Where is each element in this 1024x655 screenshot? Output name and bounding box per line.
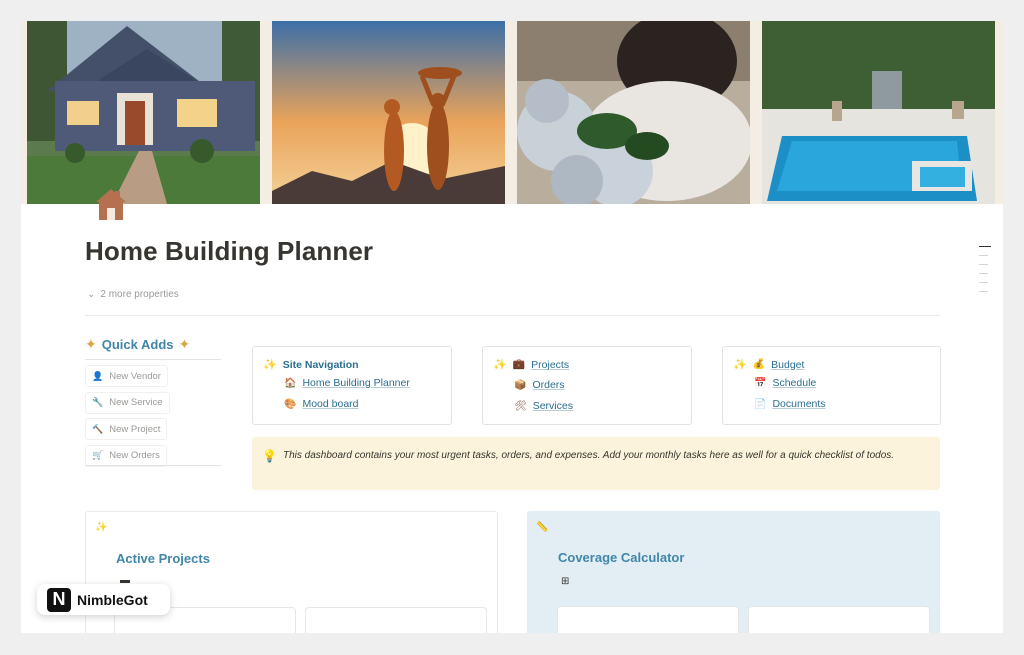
- calendar-icon: 📅: [754, 377, 767, 389]
- calculator-card[interactable]: [748, 606, 930, 633]
- cover-banner[interactable]: [21, 21, 1003, 204]
- new-service-button[interactable]: 🔧 New Service: [85, 391, 170, 414]
- site-navigation-header: Site Navigation: [282, 358, 359, 371]
- link-schedule[interactable]: 📅 Schedule: [754, 377, 816, 389]
- link-services[interactable]: 🛠 Services: [514, 400, 573, 412]
- divider: [85, 359, 221, 360]
- link-projects[interactable]: ✨ 💼 Projects: [493, 358, 569, 372]
- cart-icon: 🛒: [92, 450, 104, 460]
- divider: [85, 465, 221, 466]
- budget-nav-card: ✨ 💰 Budget 📅 Schedule 📄 Documents: [722, 346, 941, 425]
- house-icon[interactable]: [94, 186, 128, 222]
- hammer-icon: 🔨: [92, 423, 104, 434]
- more-properties-toggle[interactable]: ⌄ 2 more properties: [87, 289, 179, 300]
- dashboard-callout[interactable]: 💡 This dashboard contains your most urge…: [252, 437, 940, 490]
- sparkle-icon: ✨: [493, 359, 507, 371]
- gallery-view-icon[interactable]: ⊞: [561, 576, 569, 587]
- tools-icon: 🛠: [514, 400, 527, 412]
- package-icon: 📦: [514, 379, 527, 391]
- chevron-down-icon: ⌄: [87, 289, 96, 300]
- lightbulb-icon: 💡: [262, 449, 277, 463]
- money-icon: 💰: [752, 359, 766, 370]
- document-icon: 📄: [754, 398, 767, 410]
- sparkle-icon: ✦: [85, 336, 97, 352]
- link-home-building-planner[interactable]: 🏠 Home Building Planner: [284, 377, 410, 389]
- nimblegot-badge: N NimbleGot: [37, 584, 170, 615]
- coverage-calculator-title[interactable]: Coverage Calculator: [558, 550, 684, 565]
- new-vendor-button[interactable]: 👤 New Vendor: [85, 365, 168, 387]
- brand-name: NimbleGot: [77, 591, 148, 608]
- link-budget[interactable]: ✨ 💰 Budget: [733, 358, 804, 372]
- link-orders[interactable]: 📦 Orders: [514, 379, 565, 391]
- ruler-icon: 📏: [536, 522, 549, 533]
- site-navigation-card: ✨ Site Navigation 🏠 Home Building Planne…: [252, 346, 452, 425]
- sparkle-icon: ✦: [178, 336, 191, 352]
- family-silhouette-photo: [272, 21, 505, 204]
- sparkle-icon: ✨: [733, 359, 747, 371]
- quick-adds-heading: ✦ Quick Adds ✦: [85, 336, 190, 353]
- more-properties-label: 2 more properties: [100, 289, 179, 300]
- woman-with-hydrangeas-photo: [517, 21, 750, 204]
- table-of-contents-indicator[interactable]: [979, 246, 991, 300]
- page-title[interactable]: Home Building Planner: [85, 236, 373, 267]
- person-add-icon: 👤: [92, 370, 104, 381]
- nimblegot-logo: N: [47, 587, 71, 612]
- new-project-button[interactable]: 🔨 New Project: [85, 418, 168, 440]
- house-exterior-photo: [27, 21, 260, 204]
- projects-nav-card: ✨ 💼 Projects 📦 Orders 🛠 Services: [482, 346, 692, 425]
- link-documents[interactable]: 📄 Documents: [754, 398, 826, 410]
- calculator-card[interactable]: [557, 606, 739, 633]
- briefcase-icon: 💼: [512, 359, 526, 370]
- quick-adds-list: 👤 New Vendor 🔧 New Service 🔨 New Project…: [85, 365, 170, 471]
- sparkle-icon: ✨: [263, 359, 277, 371]
- link-mood-board[interactable]: 🎨 Mood board: [284, 398, 359, 410]
- notion-page: Home Building Planner ⌄ 2 more propertie…: [21, 21, 1003, 633]
- palette-icon: 🎨: [284, 398, 297, 410]
- coverage-calculator-panel: 📏 Coverage Calculator ⊞: [527, 511, 940, 633]
- new-orders-button[interactable]: 🛒 New Orders: [85, 444, 167, 467]
- backyard-pool-photo: [762, 21, 995, 204]
- house-icon: 🏠: [284, 377, 297, 389]
- wrench-icon: 🔧: [92, 397, 104, 407]
- active-projects-title[interactable]: Active Projects: [116, 551, 210, 566]
- sparkle-icon: ✨: [95, 522, 108, 533]
- quick-adds-title: Quick Adds: [101, 337, 174, 352]
- callout-text: This dashboard contains your most urgent…: [283, 450, 895, 461]
- project-card[interactable]: [305, 607, 487, 633]
- divider: [85, 315, 940, 316]
